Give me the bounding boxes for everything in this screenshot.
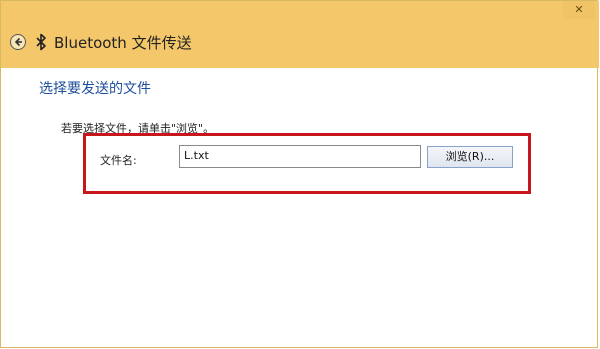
window-title: Bluetooth 文件传送 bbox=[54, 34, 192, 52]
main-content: 选择要发送的文件 若要选择文件，请单击"浏览"。 文件名: L.txt 浏览(R… bbox=[11, 68, 589, 341]
back-button[interactable] bbox=[10, 34, 26, 50]
page-heading: 选择要发送的文件 bbox=[39, 81, 151, 97]
file-transfer-window: ✕ Bluetooth 文件传送 选择要发送的文件 若要选择文件，请单击"浏览"… bbox=[0, 0, 599, 348]
back-arrow-icon bbox=[14, 37, 22, 47]
file-name-input[interactable]: L.txt bbox=[179, 145, 421, 168]
file-name-label: 文件名: bbox=[100, 154, 137, 167]
title-bar: ✕ Bluetooth 文件传送 bbox=[1, 1, 599, 68]
browse-button[interactable]: 浏览(R)... bbox=[427, 146, 513, 168]
bluetooth-icon bbox=[36, 33, 46, 51]
close-button[interactable]: ✕ bbox=[563, 1, 595, 19]
